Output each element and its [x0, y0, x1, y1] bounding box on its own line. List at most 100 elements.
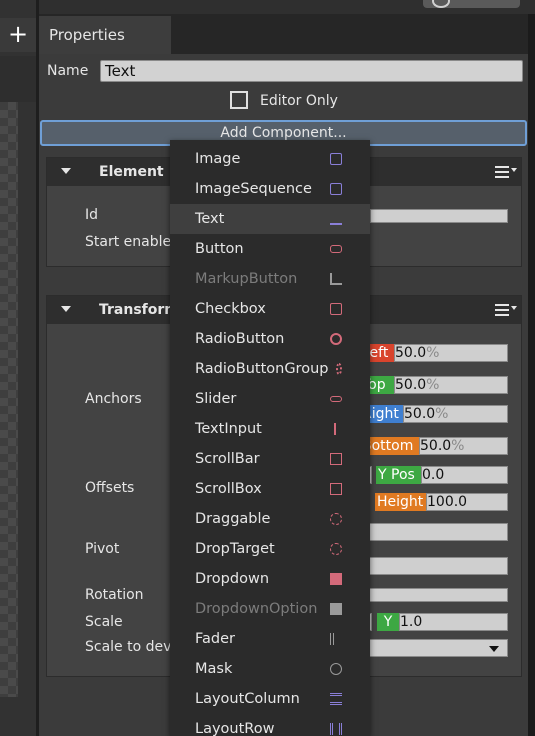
image-icon — [330, 153, 342, 165]
scrollbox-icon — [330, 483, 342, 495]
offsets-label: Offsets — [85, 480, 135, 496]
hamburger-menu-icon[interactable] — [495, 166, 509, 178]
menu-item-checkbox[interactable]: Checkbox — [170, 294, 370, 324]
tab-properties[interactable]: Properties — [39, 16, 171, 54]
menu-item-label: Image — [195, 151, 241, 167]
dropdown-option-icon — [330, 603, 342, 615]
menu-item-label: RadioButtonGroup — [195, 361, 329, 377]
menu-item-label: Text — [195, 211, 225, 227]
radio-button-group-icon — [336, 363, 342, 375]
text-input-icon — [334, 423, 342, 435]
menu-item-label: Slider — [195, 391, 237, 407]
id-field[interactable] — [370, 209, 508, 223]
collapse-triangle-icon[interactable] — [61, 306, 71, 312]
menu-item-dropdownoption: DropdownOption — [170, 594, 370, 624]
menu-caret-icon — [511, 168, 517, 172]
pivot-label: Pivot — [85, 541, 120, 557]
menu-item-droptarget[interactable]: DropTarget — [170, 534, 370, 564]
scrollbar-icon — [330, 453, 342, 465]
menu-item-radiobuttongroup[interactable]: RadioButtonGroup — [170, 354, 370, 384]
id-label: Id — [85, 207, 99, 223]
menu-item-scrollbox[interactable]: ScrollBox — [170, 474, 370, 504]
scale-to-device-label: Scale to devi — [85, 639, 176, 655]
anchors-label: Anchors — [85, 391, 142, 407]
pivot-field[interactable] — [360, 557, 508, 575]
menu-item-fader[interactable]: Fader — [170, 624, 370, 654]
fader-icon — [330, 633, 342, 645]
element-component-title: Element — [99, 164, 164, 180]
name-label: Name — [47, 63, 89, 79]
scale-y-tag: Y — [377, 613, 399, 631]
anchor-bottom-field[interactable]: 50.0% — [419, 437, 508, 455]
transform-component-title: Transform — [99, 302, 179, 318]
scale-to-device-dropdown[interactable] — [360, 639, 508, 657]
text-icon — [330, 213, 342, 225]
collapse-triangle-icon[interactable] — [61, 168, 71, 174]
name-field[interactable]: Text — [100, 60, 523, 82]
anchor-top-field[interactable]: 50.0% — [394, 376, 508, 394]
menu-item-markupbutton: MarkupButton — [170, 264, 370, 294]
rotation-label: Rotation — [85, 587, 144, 603]
menu-item-label: TextInput — [195, 421, 262, 437]
menu-item-label: ScrollBar — [195, 451, 260, 467]
anchor-right-field[interactable]: 50.0% — [403, 405, 508, 423]
layout-column-icon — [330, 693, 342, 705]
scale-y-field[interactable]: 1.0 — [399, 613, 508, 631]
menu-caret-icon — [511, 306, 517, 310]
canvas-header-band — [0, 56, 36, 102]
dropdown-icon — [330, 573, 342, 585]
mask-icon — [330, 663, 342, 675]
menu-item-dropdown[interactable]: Dropdown — [170, 564, 370, 594]
hamburger-menu-icon[interactable] — [495, 304, 509, 316]
editor-only-checkbox[interactable] — [230, 91, 248, 109]
menu-item-layoutrow[interactable]: LayoutRow — [170, 714, 370, 736]
menu-item-label: DropTarget — [195, 541, 275, 557]
add-component-menu: Image ImageSequence Text Button MarkupButton… — [170, 140, 370, 736]
start-enabled-label: Start enable — [85, 234, 172, 250]
image-sequence-icon — [330, 183, 342, 195]
menu-item-label: Draggable — [195, 511, 271, 527]
menu-item-button[interactable]: Button — [170, 234, 370, 264]
menu-item-label: DropdownOption — [195, 601, 318, 617]
offset-height-field[interactable]: 100.0 — [426, 493, 508, 511]
editor-only-label: Editor Only — [260, 93, 338, 109]
menu-item-image[interactable]: Image — [170, 144, 370, 174]
menu-item-label: RadioButton — [195, 331, 285, 347]
menu-item-mask[interactable]: Mask — [170, 654, 370, 684]
menu-item-label: ImageSequence — [195, 181, 312, 197]
canvas-checkerboard — [0, 102, 18, 697]
menu-item-label: Fader — [195, 631, 235, 647]
menu-item-label: Checkbox — [195, 301, 266, 317]
menu-item-label: Button — [195, 241, 244, 257]
layout-row-icon — [330, 723, 342, 735]
checkbox-icon — [330, 303, 342, 315]
draggable-icon — [330, 513, 342, 525]
menu-item-label: Mask — [195, 661, 233, 677]
menu-item-scrollbar[interactable]: ScrollBar — [170, 444, 370, 474]
markup-button-icon — [330, 273, 342, 285]
menu-item-label: Dropdown — [195, 571, 270, 587]
menu-item-textinput[interactable]: TextInput — [170, 414, 370, 444]
menu-item-label: MarkupButton — [195, 271, 298, 287]
offset-height-tag: Height — [375, 493, 426, 511]
add-button[interactable]: + — [0, 18, 36, 52]
scale-label: Scale — [85, 614, 123, 630]
anchor-left-field[interactable]: 50.0% — [394, 344, 508, 362]
slider-icon — [330, 396, 342, 402]
menu-item-label: LayoutRow — [195, 721, 275, 736]
menu-item-layoutcolumn[interactable]: LayoutColumn — [170, 684, 370, 714]
radio-button-icon — [330, 333, 342, 345]
menu-item-label: ScrollBox — [195, 481, 262, 497]
offsets-extra-field[interactable] — [360, 523, 508, 541]
menu-item-imagesequence[interactable]: ImageSequence — [170, 174, 370, 204]
drop-target-icon — [330, 543, 342, 555]
chevron-down-icon — [489, 646, 499, 652]
menu-item-draggable[interactable]: Draggable — [170, 504, 370, 534]
panel-right-edge — [528, 14, 535, 736]
menu-item-radiobutton[interactable]: RadioButton — [170, 324, 370, 354]
offset-ypos-field[interactable]: 0.0 — [421, 466, 508, 484]
menu-item-slider[interactable]: Slider — [170, 384, 370, 414]
rotation-field[interactable] — [360, 588, 508, 602]
button-icon — [330, 245, 342, 253]
menu-item-text[interactable]: Text — [170, 204, 370, 234]
